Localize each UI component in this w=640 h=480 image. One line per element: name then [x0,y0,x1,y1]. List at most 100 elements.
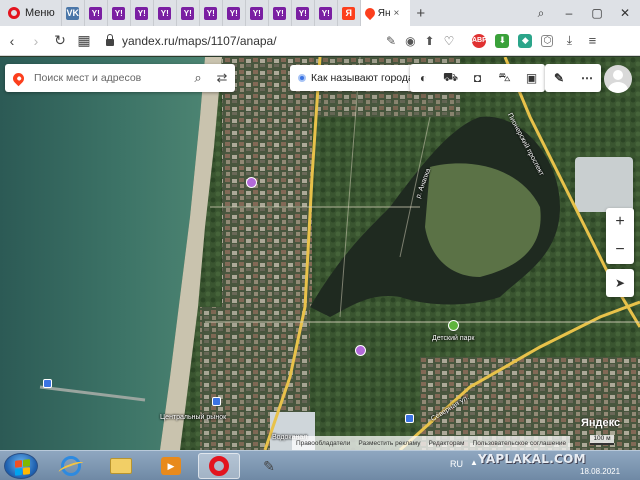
search-input[interactable] [34,72,184,84]
poi-blue-icon[interactable] [212,397,221,406]
taskbar-paint[interactable]: ✎ [248,453,290,479]
yandex-maps-logo-icon[interactable] [10,70,27,86]
tab-yaplakal[interactable]: Y! [290,0,314,26]
tab-yaplakal[interactable]: Y! [106,0,130,26]
folder-icon [110,458,132,474]
transport-icon[interactable]: ⛍ [491,64,518,92]
yandex-icon: Я [342,6,356,20]
tab-yaplakal[interactable]: Y! [244,0,268,26]
window-controls: ⌕ – ▢ ✕ [534,0,640,26]
poi-blue-icon[interactable] [43,379,52,388]
panorama-icon[interactable]: ⛟ [437,64,464,92]
zoom-out-button[interactable]: − [606,236,634,264]
tab-vk[interactable]: VK [60,0,84,26]
taskbar-media-player[interactable]: ▶ [150,453,192,479]
new-tab-button[interactable]: + [410,0,432,26]
photo-extension-icon[interactable]: ◆ [518,33,533,48]
tab-yaplakal[interactable]: Y! [198,0,222,26]
yandex-logo[interactable]: Яндекс [581,417,620,429]
footer-link[interactable]: Разместить рекламу [358,440,420,447]
opera-menu-button[interactable]: Меню [0,0,61,26]
easy-setup-menu-icon[interactable]: ≡ [585,33,599,48]
yaplakal-icon: Y! [112,6,126,20]
share-icon[interactable]: ⬆ [425,34,435,48]
tab-yaplakal[interactable]: Y! [313,0,337,26]
poi-purple-icon[interactable] [246,177,257,188]
yaplakal-icon: Y! [250,6,264,20]
satellite-map[interactable]: Детский парк р. Анапка Пионерский проспе… [0,57,640,450]
tab-yaplakal[interactable]: Y! [83,0,107,26]
tab-yandex-maps-active[interactable]: Ян × [359,0,410,26]
lock-icon[interactable] [106,34,114,46]
tab-close-icon[interactable]: × [393,8,399,19]
taskbar-explorer[interactable] [100,453,142,479]
park-label[interactable]: Детский парк [432,335,475,342]
active-tab-title: Ян [377,7,391,19]
edit-icon[interactable]: ✎ [386,34,396,48]
city-names-button[interactable]: Как называют города [290,65,422,91]
footer-link[interactable]: Редакторам [428,440,464,447]
taskbar-internet-explorer[interactable] [50,453,92,479]
tab-yaplakal[interactable]: Y! [221,0,245,26]
city-names-label: Как называют города [311,72,414,84]
tab-yaplakal[interactable]: Y! [175,0,199,26]
extensions: ABP ⬇ ◆ ⬡ ⤓ ≡ [472,33,599,48]
poi-purple-icon[interactable] [355,345,366,356]
reload-button[interactable]: ↻ [48,32,72,49]
ruler-icon[interactable]: ✎ [545,64,573,92]
map-tools-group: ✎ ⋯ [545,64,601,92]
heart-icon[interactable]: ♡ [444,34,455,48]
footer-link[interactable]: Правообладатели [296,440,350,447]
windows-taskbar: ▶ ✎ RU ▲ YAPLAKAL.COM 18.08.2021 [0,450,640,480]
tab-yaplakal[interactable]: Y! [152,0,176,26]
maximize-button[interactable]: ▢ [590,6,604,20]
zoom-control: + − [606,208,634,264]
language-indicator[interactable]: RU [450,459,463,469]
tab-yandex[interactable]: Я [336,0,360,26]
map-search-box[interactable]: ⌕ ⇄ [5,64,235,92]
windows-flag-icon [15,459,30,476]
speed-dial-icon[interactable]: ▦ [72,32,96,49]
footer-link[interactable]: Пользовательское соглашение [473,440,567,447]
user-avatar[interactable] [604,65,632,93]
poi-blue-icon[interactable] [405,414,414,423]
traffic-icon[interactable]: ▣ [518,64,545,92]
search-icon[interactable]: ⌕ [188,70,208,86]
tab-search-icon[interactable]: ⌕ [534,6,548,21]
urban-block [222,57,312,307]
start-button[interactable] [4,453,38,479]
clock-date[interactable]: 18.08.2021 [580,467,620,476]
zoom-in-button[interactable]: + [606,208,634,236]
adblock-icon[interactable]: ABP [472,33,487,48]
url-field[interactable]: yandex.ru/maps/1107/anapa/ [122,34,372,48]
tray-expand-icon[interactable]: ▲ [470,458,478,467]
map-layers-group: ◐ ⛟ ◘ ⛍ ▣ [410,64,545,92]
media-player-icon: ▶ [161,457,181,475]
forward-button[interactable]: › [24,33,48,49]
route-icon[interactable]: ⇄ [212,70,232,86]
yaplakal-icon: Y! [273,6,287,20]
map-scale: 100 м [590,435,614,445]
yaplakal-icon: Y! [319,6,333,20]
close-window-button[interactable]: ✕ [618,6,632,20]
taskbar-opera[interactable] [198,453,240,479]
tab-yaplakal[interactable]: Y! [129,0,153,26]
downloads-icon[interactable]: ⤓ [562,33,576,48]
camera-icon[interactable]: ◉ [405,34,415,48]
cube-icon[interactable]: ⬡ [541,34,554,47]
minimize-button[interactable]: – [562,6,576,20]
geolocation-button[interactable]: ➤ [606,269,634,297]
market-label[interactable]: Центральный рынок [160,414,226,421]
back-button[interactable]: ‹ [0,33,24,49]
green-arrow-extension-icon[interactable]: ⬇ [495,33,510,48]
yaplakal-icon: Y! [158,6,172,20]
opera-logo-icon [8,7,20,19]
yaplakal-icon: Y! [227,6,241,20]
park-poi-icon[interactable] [448,320,459,331]
layers-icon[interactable]: ◐ [410,64,437,92]
more-icon[interactable]: ⋯ [573,64,601,92]
menu-label: Меню [25,7,55,19]
yaplakal-icon: Y! [181,6,195,20]
photo-icon[interactable]: ◘ [464,64,491,92]
tab-yaplakal[interactable]: Y! [267,0,291,26]
